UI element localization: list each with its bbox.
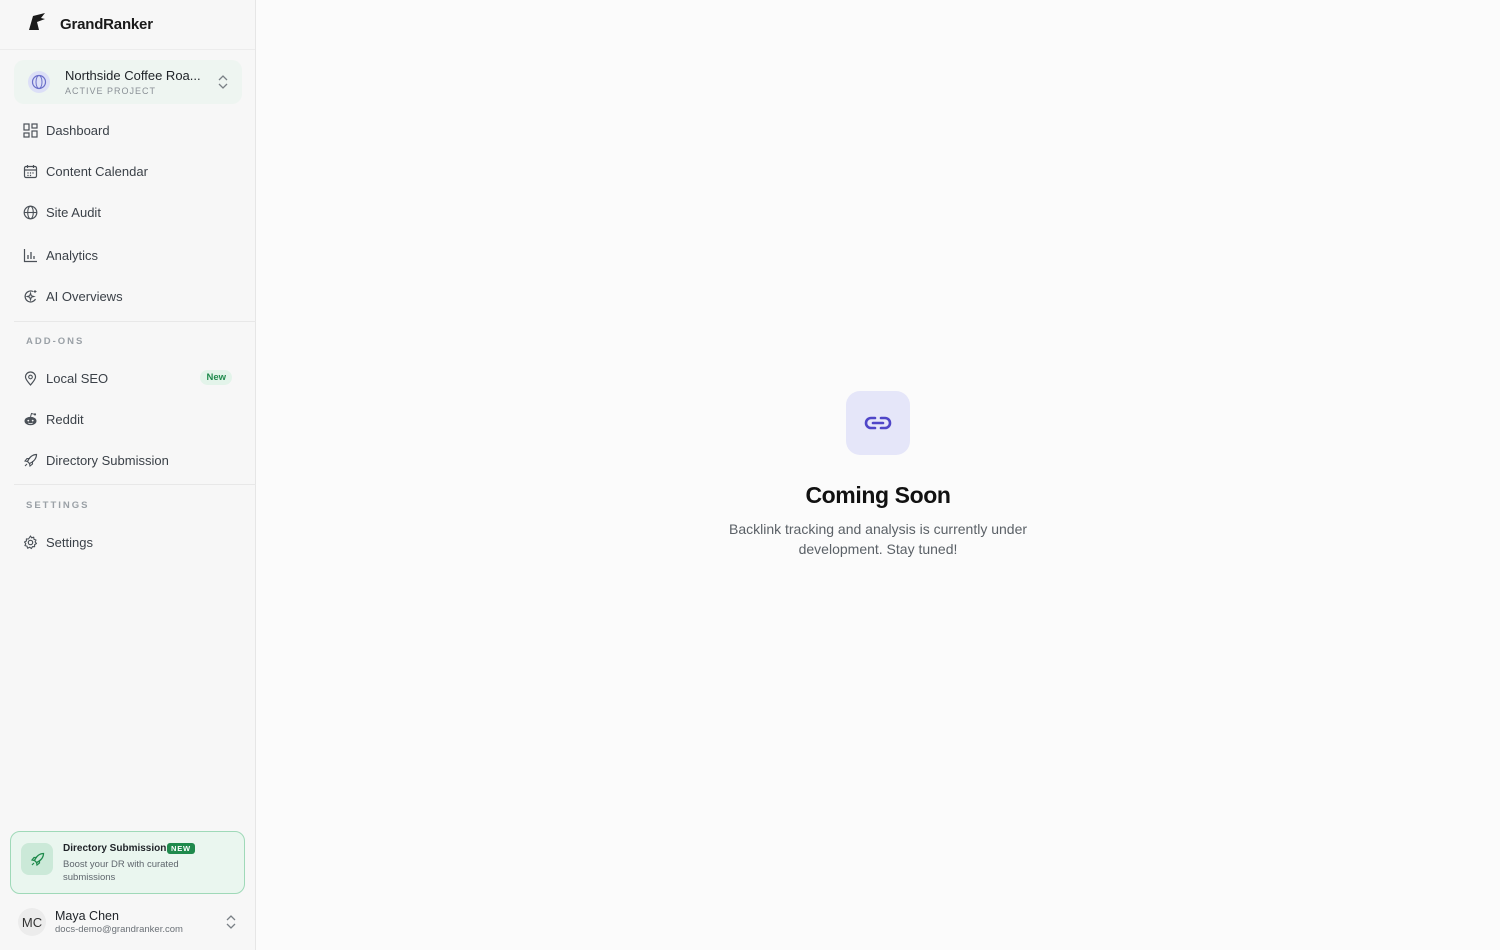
calendar-icon bbox=[22, 163, 38, 179]
sidebar-divider bbox=[14, 321, 256, 322]
user-email: docs-demo@grandranker.com bbox=[55, 924, 183, 935]
bar-chart-icon bbox=[22, 247, 38, 263]
section-label-settings: SETTINGS bbox=[26, 500, 90, 511]
nav-item-site-audit[interactable]: Site Audit bbox=[14, 195, 242, 229]
reddit-icon bbox=[22, 411, 38, 427]
map-pin-icon bbox=[22, 370, 38, 386]
chevron-updown-icon bbox=[224, 914, 238, 935]
chevron-updown-icon bbox=[216, 74, 230, 95]
nav-label: AI Overviews bbox=[46, 288, 123, 304]
nav-label: Settings bbox=[46, 534, 93, 550]
nav-label: Directory Submission bbox=[46, 452, 169, 468]
promo-card-directory-submission[interactable]: Directory Submission NEW Boost your DR w… bbox=[10, 831, 245, 894]
nav-item-content-calendar[interactable]: Content Calendar bbox=[14, 154, 242, 188]
brand-header[interactable]: GrandRanker bbox=[0, 0, 255, 50]
coming-soon-title: Coming Soon bbox=[805, 482, 951, 508]
promo-description: Boost your DR with curated submissions bbox=[63, 859, 179, 883]
promo-new-badge: NEW bbox=[167, 843, 195, 854]
coming-soon-description: Backlink tracking and analysis is curren… bbox=[728, 521, 1028, 557]
user-menu[interactable]: MC Maya Chen docs-demo@grandranker.com bbox=[18, 906, 242, 938]
link-icon bbox=[846, 391, 910, 455]
sidebar-divider bbox=[14, 484, 256, 485]
nav-item-dashboard[interactable]: Dashboard bbox=[14, 113, 242, 147]
ai-icon bbox=[22, 288, 38, 304]
project-name: Northside Coffee Roa... bbox=[65, 67, 201, 83]
rocket-icon bbox=[21, 843, 53, 875]
nav-item-directory-submission[interactable]: Directory Submission bbox=[14, 443, 242, 477]
main-content: Coming Soon Backlink tracking and analys… bbox=[256, 0, 1500, 950]
avatar: MC bbox=[18, 908, 46, 936]
nav-label: Analytics bbox=[46, 247, 99, 263]
user-name: Maya Chen bbox=[55, 909, 119, 923]
nav-item-ai-overviews[interactable]: AI Overviews bbox=[14, 279, 242, 313]
nav-label: Local SEO bbox=[46, 370, 109, 386]
brand-name: GrandRanker bbox=[60, 16, 153, 33]
nav-item-settings[interactable]: Settings bbox=[14, 525, 242, 559]
gear-icon bbox=[22, 534, 38, 550]
globe-icon bbox=[22, 204, 38, 220]
nav-label: Dashboard bbox=[46, 122, 110, 138]
project-subtitle: ACTIVE PROJECT bbox=[65, 85, 157, 96]
promo-title: Directory Submission bbox=[63, 843, 167, 854]
nav-item-analytics[interactable]: Analytics bbox=[14, 238, 242, 272]
section-label-addons: ADD-ONS bbox=[26, 336, 85, 347]
nav-item-reddit[interactable]: Reddit bbox=[14, 402, 242, 436]
logo-icon bbox=[26, 11, 48, 38]
nav-label: Content Calendar bbox=[46, 163, 148, 179]
nav-label: Reddit bbox=[46, 411, 84, 427]
nav-item-local-seo[interactable]: Local SEO New bbox=[14, 361, 242, 395]
new-badge: New bbox=[200, 370, 232, 385]
grid-icon bbox=[22, 122, 38, 138]
sidebar: GrandRanker Northside Coffee Roa... ACTI… bbox=[0, 0, 256, 950]
project-globe-icon bbox=[28, 71, 50, 93]
nav-label: Site Audit bbox=[46, 204, 101, 220]
project-switcher[interactable]: Northside Coffee Roa... ACTIVE PROJECT bbox=[14, 60, 242, 104]
rocket-icon bbox=[22, 452, 38, 468]
